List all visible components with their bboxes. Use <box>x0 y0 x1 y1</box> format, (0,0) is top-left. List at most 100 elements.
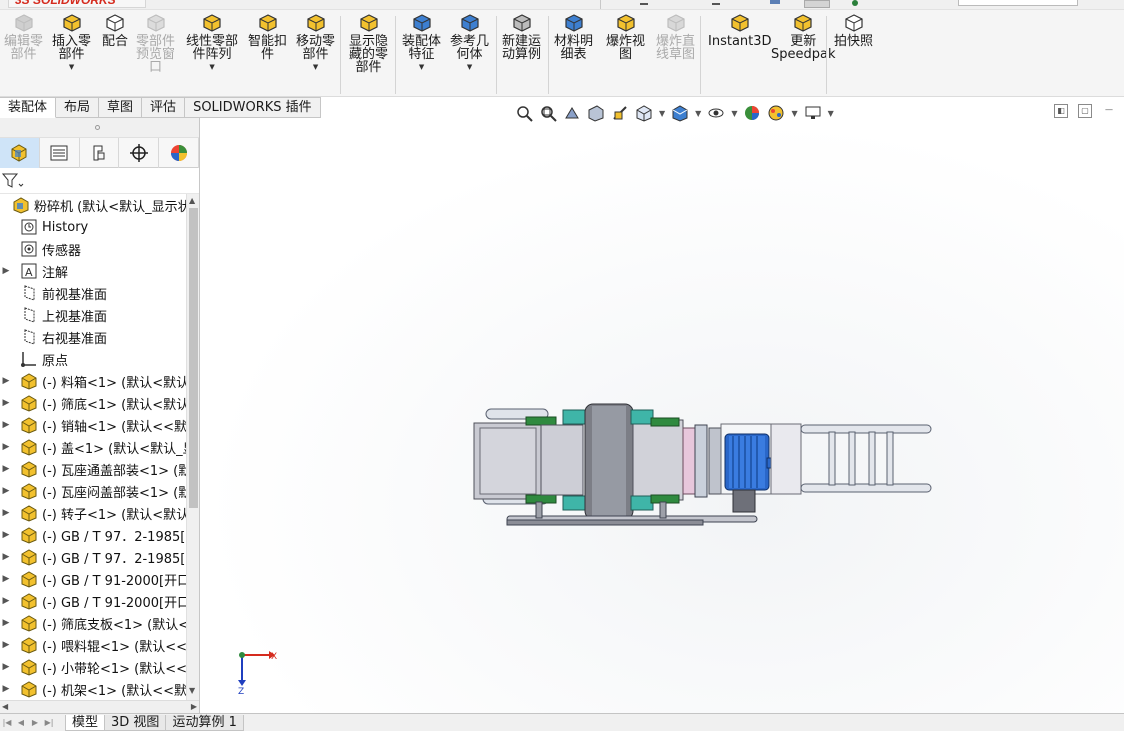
tree-item[interactable]: ▶ (-) GB / T 97．2-1985[平 <box>0 546 186 568</box>
minimize-icon[interactable]: — <box>1102 104 1116 118</box>
scroll-left-icon[interactable]: ◀ <box>2 702 8 711</box>
chevron-down-icon[interactable]: ▼ <box>313 63 318 71</box>
tree-item[interactable]: ▶ (-) 转子<1> (默认<默认_显 <box>0 502 186 524</box>
tree-item[interactable]: 原点 <box>0 348 186 370</box>
filter-icon[interactable] <box>2 172 24 190</box>
tree-item[interactable]: ▶ (-) 机架<1> (默认<<默认 <box>0 678 186 700</box>
expand-arrow-icon[interactable]: ▶ <box>0 464 12 474</box>
show-hidden-button[interactable]: 显示隐 藏的零 部件 <box>349 12 388 74</box>
chevron-down-icon[interactable]: ▼ <box>209 63 214 71</box>
bottom-tab-0[interactable]: 模型 <box>65 714 106 731</box>
tree-item[interactable]: 粉碎机 (默认<默认_显示状态- <box>0 194 186 216</box>
tree-item[interactable]: 右视基准面 <box>0 326 186 348</box>
tree-item[interactable]: History <box>0 216 186 238</box>
tree-item[interactable]: ▶ (-) 小带轮<1> (默认<<默 <box>0 656 186 678</box>
zoom-to-fit-icon[interactable] <box>515 104 533 122</box>
bottom-tab-2[interactable]: 运动算例 1 <box>165 714 244 731</box>
solidworks-logo[interactable]: 3S SOLIDWORKS <box>8 0 146 8</box>
next-tab-icon[interactable]: ▶ <box>28 716 42 730</box>
move-component-button[interactable]: 移动零 部件 ▼ <box>296 12 335 71</box>
previous-view-icon[interactable] <box>563 104 581 122</box>
ribbon-tab-3[interactable]: 评估 <box>142 97 186 118</box>
tree-item[interactable]: ▶ (-) 盖<1> (默认<默认_显示 <box>0 436 186 458</box>
dynamic-annotation-icon[interactable] <box>611 104 629 122</box>
expand-arrow-icon[interactable]: ▶ <box>0 442 12 452</box>
expand-arrow-icon[interactable]: ▶ <box>0 662 12 672</box>
expand-arrow-icon[interactable]: ▶ <box>0 420 12 430</box>
tab-displaymanager[interactable] <box>159 138 199 168</box>
tree-item[interactable]: ▶ (-) 筛底支板<1> (默认<< <box>0 612 186 634</box>
section-view-icon[interactable] <box>587 104 605 122</box>
tree-horizontal-scrollbar[interactable]: ◀ ▶ <box>0 700 199 713</box>
chevron-down-icon[interactable]: ▼ <box>419 63 424 71</box>
graphics-area[interactable]: X Z <box>201 118 1124 713</box>
instant3d-button[interactable]: Instant3D <box>708 12 772 48</box>
scroll-up-icon[interactable]: ▲ <box>189 196 195 205</box>
assembly-feature-button[interactable]: 装配体 特征 ▼ <box>402 12 441 71</box>
tree-item[interactable]: ▶ (-) 瓦座闷盖部装<1> (默认 <box>0 480 186 502</box>
apply-scene-icon[interactable] <box>767 104 785 122</box>
edit-component-button[interactable]: 编辑零 部件 <box>4 12 43 61</box>
exploded-view-button[interactable]: 爆炸视 图 <box>606 12 645 61</box>
last-tab-icon[interactable]: ▶| <box>42 716 56 730</box>
tree-item[interactable]: ▶ (-) GB / T 97．2-1985[平 <box>0 524 186 546</box>
ribbon-tab-0[interactable]: 装配体 <box>0 97 57 118</box>
tab-featuremanager[interactable] <box>0 138 40 168</box>
tree-item[interactable]: ▶ (-) 料箱<1> (默认<默认_显 <box>0 370 186 392</box>
scroll-thumb[interactable] <box>189 208 198 508</box>
expand-arrow-icon[interactable]: ▶ <box>0 486 12 496</box>
hide-show-items-icon[interactable] <box>707 104 725 122</box>
scroll-right-icon[interactable]: ▶ <box>191 702 197 711</box>
expand-arrow-icon[interactable]: ▶ <box>0 376 12 386</box>
chevron-down-icon[interactable]: ▼ <box>69 63 74 71</box>
expand-arrow-icon[interactable]: ▶ <box>0 684 12 694</box>
crusher-assembly[interactable] <box>473 403 932 526</box>
tree-item[interactable]: ▶ A 注解 <box>0 260 186 282</box>
chevron-down-icon[interactable]: ▼ <box>731 109 737 118</box>
display-style-icon[interactable] <box>671 104 689 122</box>
explode-line-button[interactable]: 爆炸直 线草图 <box>656 12 695 61</box>
strip-selected-button[interactable] <box>804 0 830 8</box>
expand-arrow-icon[interactable]: ▶ <box>0 530 12 540</box>
expand-arrow-icon[interactable]: ▶ <box>0 596 12 606</box>
snapshot-button[interactable]: 拍快照 <box>834 12 873 48</box>
ribbon-tab-1[interactable]: 布局 <box>56 97 100 118</box>
chevron-down-icon[interactable]: ▼ <box>467 63 472 71</box>
tree-item[interactable]: 传感器 <box>0 238 186 260</box>
prev-tab-icon[interactable]: ◀ <box>14 716 28 730</box>
tree-item[interactable]: ▶ (-) 销轴<1> (默认<<默认 <box>0 414 186 436</box>
bottom-tab-1[interactable]: 3D 视图 <box>104 714 167 731</box>
ribbon-tab-4[interactable]: SOLIDWORKS 插件 <box>185 97 321 118</box>
chevron-down-icon[interactable]: ▼ <box>695 109 701 118</box>
expand-arrow-icon[interactable]: ▶ <box>0 508 12 518</box>
reference-geometry-button[interactable]: 参考几 何体 ▼ <box>450 12 489 71</box>
panel-collapse-handle[interactable] <box>95 125 100 130</box>
expand-arrow-icon[interactable]: ▶ <box>0 552 12 562</box>
expand-arrow-icon[interactable]: ▶ <box>0 618 12 628</box>
tab-propertymanager[interactable] <box>40 138 80 168</box>
model-canvas[interactable]: X Z <box>201 118 1124 713</box>
expand-arrow-icon[interactable]: ▶ <box>0 640 12 650</box>
scroll-down-icon[interactable]: ▼ <box>189 686 195 695</box>
chevron-down-icon[interactable]: ▼ <box>791 109 797 118</box>
preview-window-button[interactable]: 零部件 预览窗 口 <box>136 12 175 74</box>
search-box[interactable] <box>958 0 1078 6</box>
tree-item[interactable]: ▶ (-) 瓦座通盖部装<1> (默认 <box>0 458 186 480</box>
first-tab-icon[interactable]: |◀ <box>0 716 14 730</box>
maximize-icon[interactable]: ▢ <box>1078 104 1092 118</box>
restore-icon[interactable]: ◧ <box>1054 104 1068 118</box>
smart-fastener-button[interactable]: 智能扣 件 <box>248 12 287 61</box>
chevron-down-icon[interactable]: ▼ <box>659 109 665 118</box>
ribbon-tab-2[interactable]: 草图 <box>99 97 143 118</box>
expand-arrow-icon[interactable]: ▶ <box>0 574 12 584</box>
view-orientation-icon[interactable] <box>635 104 653 122</box>
tree-item[interactable]: ▶ (-) 喂料辊<1> (默认<<默 <box>0 634 186 656</box>
tree-vertical-scrollbar[interactable]: ▲ ▼ <box>186 194 199 700</box>
tab-dimxpert[interactable] <box>119 138 160 168</box>
linear-pattern-button[interactable]: 线性零部 件阵列 ▼ <box>186 12 238 71</box>
insert-component-button[interactable]: 插入零 部件 ▼ <box>52 12 91 71</box>
bom-button[interactable]: 材料明 细表 <box>554 12 593 61</box>
expand-arrow-icon[interactable]: ▶ <box>0 398 12 408</box>
tab-configurationmanager[interactable] <box>80 138 120 168</box>
tree-item[interactable]: 前视基准面 <box>0 282 186 304</box>
